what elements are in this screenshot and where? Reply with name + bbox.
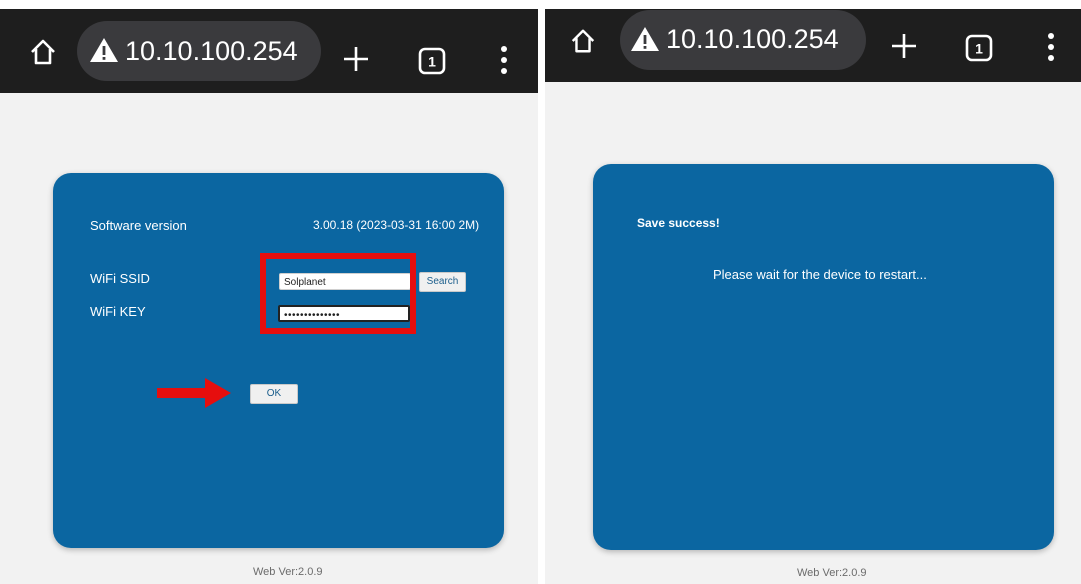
wifi-key-label: WiFi KEY [90,304,146,319]
left-screen: 10.10.100.254 1 Software version 3.00.18… [0,9,538,584]
right-screen: 10.10.100.254 1 Save success! Please wai… [545,9,1081,584]
address-bar[interactable]: 10.10.100.254 [77,21,321,81]
save-success-panel: Save success! Please wait for the device… [593,164,1054,550]
menu-icon[interactable] [1044,32,1058,62]
wifi-ssid-label: WiFi SSID [90,271,150,286]
red-arrow-icon [157,378,231,408]
url-text[interactable]: 10.10.100.254 [125,36,298,67]
web-version-footer: Web Ver:2.0.9 [797,567,867,579]
wifi-config-panel: Software version 3.00.18 (2023-03-31 16:… [53,173,504,548]
tabs-icon[interactable]: 1 [965,34,993,62]
warning-icon[interactable] [630,26,660,52]
ok-button[interactable]: OK [250,384,298,404]
browser-toolbar: 10.10.100.254 1 [545,9,1081,82]
tabs-icon[interactable]: 1 [418,47,446,75]
highlight-box [260,253,416,334]
menu-icon[interactable] [497,45,511,75]
browser-toolbar: 10.10.100.254 1 [0,9,538,93]
warning-icon[interactable] [89,37,119,63]
tab-count: 1 [975,41,983,57]
software-version-label: Software version [90,218,187,233]
search-button[interactable]: Search [419,272,466,292]
plus-icon[interactable] [342,45,370,73]
home-icon[interactable] [569,27,597,55]
home-icon[interactable] [28,37,58,67]
web-version-footer: Web Ver:2.0.9 [253,566,323,578]
plus-icon[interactable] [890,32,918,60]
software-version-value: 3.00.18 (2023-03-31 16:00 2M) [313,218,480,232]
address-bar[interactable]: 10.10.100.254 [620,10,866,70]
tab-count: 1 [428,54,436,70]
restart-message: Please wait for the device to restart... [713,267,927,282]
url-text[interactable]: 10.10.100.254 [666,24,839,55]
save-success-title: Save success! [637,216,720,230]
